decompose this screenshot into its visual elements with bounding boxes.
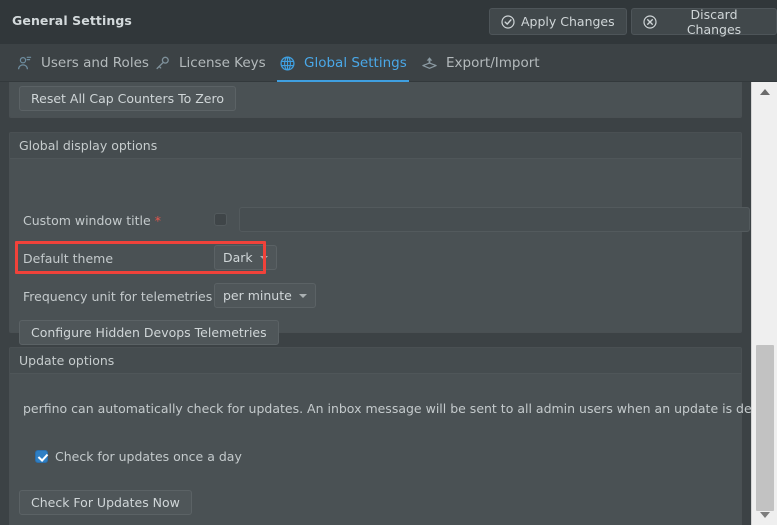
tab-license-keys[interactable]: License Keys bbox=[152, 44, 268, 82]
configure-hidden-devops-telemetries-button[interactable]: Configure Hidden Devops Telemetries bbox=[19, 320, 279, 345]
export-import-icon bbox=[421, 55, 438, 72]
check-updates-daily-label: Check for updates once a day bbox=[55, 449, 242, 464]
chevron-down-icon bbox=[259, 255, 268, 260]
default-theme-value: Dark bbox=[223, 250, 253, 265]
tab-users-and-roles[interactable]: Users and Roles bbox=[14, 44, 151, 82]
panel-global-display-options: Global display options Custom window tit… bbox=[9, 132, 750, 345]
default-theme-dropdown[interactable]: Dark bbox=[214, 245, 277, 270]
update-options-description: perfino can automatically check for upda… bbox=[23, 401, 751, 416]
panel-global-display-body: Custom window title * Default theme Dark… bbox=[10, 159, 750, 345]
tab-license-keys-label: License Keys bbox=[179, 55, 266, 71]
panel-cap-counters-body: Reset All Cap Counters To Zero bbox=[10, 82, 741, 117]
custom-window-title-input[interactable] bbox=[239, 207, 750, 232]
chevron-down-icon bbox=[298, 293, 307, 298]
users-icon bbox=[16, 55, 33, 72]
frequency-unit-label: Frequency unit for telemetries bbox=[23, 289, 213, 304]
custom-window-title-checkbox[interactable] bbox=[214, 213, 227, 226]
panel-cap-counters: Reset All Cap Counters To Zero bbox=[9, 82, 742, 118]
required-marker-icon: * bbox=[154, 213, 161, 228]
frequency-unit-value: per minute bbox=[223, 288, 292, 303]
settings-content-area: Reset All Cap Counters To Zero Global di… bbox=[0, 82, 751, 525]
scrollbar-thumb[interactable] bbox=[756, 345, 774, 511]
apply-changes-label: Apply Changes bbox=[521, 14, 615, 29]
scrollbar-down-arrow[interactable] bbox=[752, 505, 777, 525]
key-icon bbox=[154, 55, 171, 72]
check-updates-daily-checkbox[interactable] bbox=[35, 450, 48, 463]
tab-bar: Users and Roles License Keys Global Sett… bbox=[0, 44, 777, 82]
tab-export-import-label: Export/Import bbox=[446, 55, 540, 71]
default-theme-label: Default theme bbox=[23, 251, 114, 266]
custom-window-title-text: Custom window title bbox=[23, 213, 151, 228]
check-circle-icon bbox=[501, 14, 515, 29]
discard-changes-button[interactable]: Discard Changes bbox=[631, 6, 777, 37]
top-bar: General Settings Apply Changes Discard C… bbox=[0, 0, 777, 44]
panel-update-options-header: Update options bbox=[10, 348, 741, 374]
page-title: General Settings bbox=[12, 13, 132, 28]
check-for-updates-now-button[interactable]: Check For Updates Now bbox=[19, 490, 192, 515]
scrollbar-up-arrow[interactable] bbox=[752, 82, 777, 102]
tab-users-and-roles-label: Users and Roles bbox=[41, 55, 149, 71]
tab-global-settings-label: Global Settings bbox=[304, 55, 407, 71]
tab-export-import[interactable]: Export/Import bbox=[419, 44, 542, 82]
triangle-up-icon bbox=[760, 89, 770, 95]
custom-window-title-label: Custom window title * bbox=[23, 213, 161, 228]
apply-changes-button[interactable]: Apply Changes bbox=[489, 8, 627, 35]
tab-global-settings[interactable]: Global Settings bbox=[277, 44, 409, 82]
x-circle-icon bbox=[643, 14, 657, 29]
vertical-scrollbar[interactable] bbox=[751, 82, 777, 525]
discard-changes-label: Discard Changes bbox=[686, 6, 742, 37]
frequency-unit-dropdown[interactable]: per minute bbox=[214, 283, 316, 308]
reset-all-cap-counters-button[interactable]: Reset All Cap Counters To Zero bbox=[19, 86, 236, 111]
panel-update-options-body: perfino can automatically check for upda… bbox=[10, 374, 751, 525]
panel-global-display-header: Global display options bbox=[10, 133, 741, 159]
triangle-down-icon bbox=[760, 512, 770, 518]
globe-icon bbox=[279, 55, 296, 72]
panel-update-options: Update options perfino can automatically… bbox=[9, 347, 751, 525]
